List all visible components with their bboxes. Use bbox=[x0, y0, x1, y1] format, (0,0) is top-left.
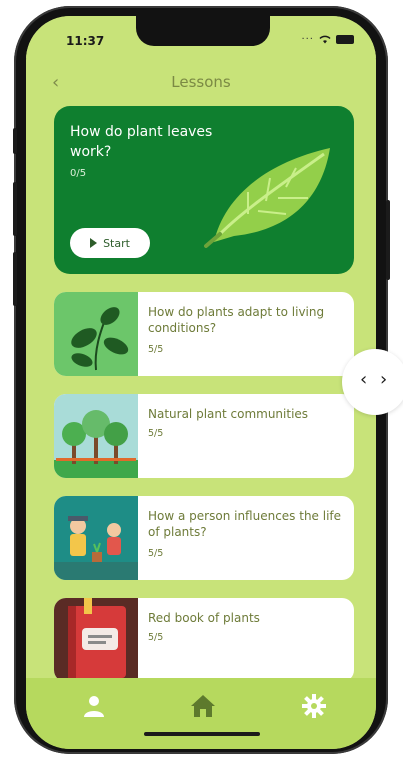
leaf-icon bbox=[204, 148, 330, 248]
lesson-title: Red book of plants bbox=[148, 611, 260, 625]
phone-side-button bbox=[13, 182, 17, 236]
header: ‹ Lessons bbox=[26, 64, 376, 100]
lesson-card[interactable]: How do plants adapt to living conditions… bbox=[54, 292, 354, 376]
phone-side-button bbox=[13, 252, 17, 306]
wifi-icon bbox=[319, 35, 331, 44]
featured-lesson-card[interactable]: How do plant leaves work? 0/5 Start bbox=[54, 106, 354, 274]
person-icon[interactable] bbox=[82, 694, 106, 718]
home-icon[interactable] bbox=[190, 694, 216, 718]
battery-icon bbox=[336, 35, 354, 44]
pager-control[interactable]: ‹ › bbox=[342, 349, 403, 415]
tab-bar bbox=[26, 678, 376, 749]
chevron-right-icon[interactable]: › bbox=[380, 369, 387, 390]
lesson-card[interactable]: Red book of plants 5/5 bbox=[54, 598, 354, 682]
status-icons: ··· bbox=[301, 34, 354, 45]
featured-lesson-progress: 0/5 bbox=[70, 168, 87, 179]
phone-side-button bbox=[13, 128, 17, 154]
lesson-progress: 5/5 bbox=[148, 344, 164, 355]
people-gardening-icon bbox=[54, 516, 138, 580]
lesson-card[interactable]: How a person influences the life of plan… bbox=[54, 496, 354, 580]
lesson-title: How do plants adapt to living conditions… bbox=[148, 305, 325, 335]
lesson-title: Natural plant communities bbox=[148, 407, 309, 421]
play-icon bbox=[90, 238, 98, 248]
lesson-thumbnail bbox=[54, 598, 138, 682]
gear-icon[interactable] bbox=[302, 694, 326, 718]
phone-power-button bbox=[386, 200, 390, 280]
lesson-progress: 5/5 bbox=[148, 632, 164, 643]
lesson-progress: 5/5 bbox=[148, 428, 164, 439]
signal-icon: ··· bbox=[301, 34, 314, 45]
lesson-card[interactable]: Natural plant communities 5/5 bbox=[54, 394, 354, 478]
notch bbox=[136, 16, 270, 46]
lesson-thumbnail bbox=[54, 496, 138, 580]
lesson-thumbnail bbox=[54, 394, 138, 478]
home-indicator bbox=[144, 732, 260, 736]
forest-icon bbox=[54, 410, 138, 478]
app-screen: 11:37 ··· ‹ Lessons How do plant leaves … bbox=[26, 16, 376, 749]
lesson-progress: 5/5 bbox=[148, 548, 164, 559]
chevron-left-icon[interactable]: ‹ bbox=[360, 369, 367, 390]
start-label: Start bbox=[103, 236, 130, 250]
start-button[interactable]: Start bbox=[70, 228, 150, 258]
lesson-thumbnail bbox=[54, 292, 138, 376]
page-title: Lessons bbox=[171, 73, 231, 91]
lesson-title: How a person influences the life of plan… bbox=[148, 509, 342, 539]
plant-icon bbox=[71, 307, 129, 371]
red-book-icon bbox=[68, 598, 126, 678]
status-time: 11:37 bbox=[66, 34, 105, 48]
